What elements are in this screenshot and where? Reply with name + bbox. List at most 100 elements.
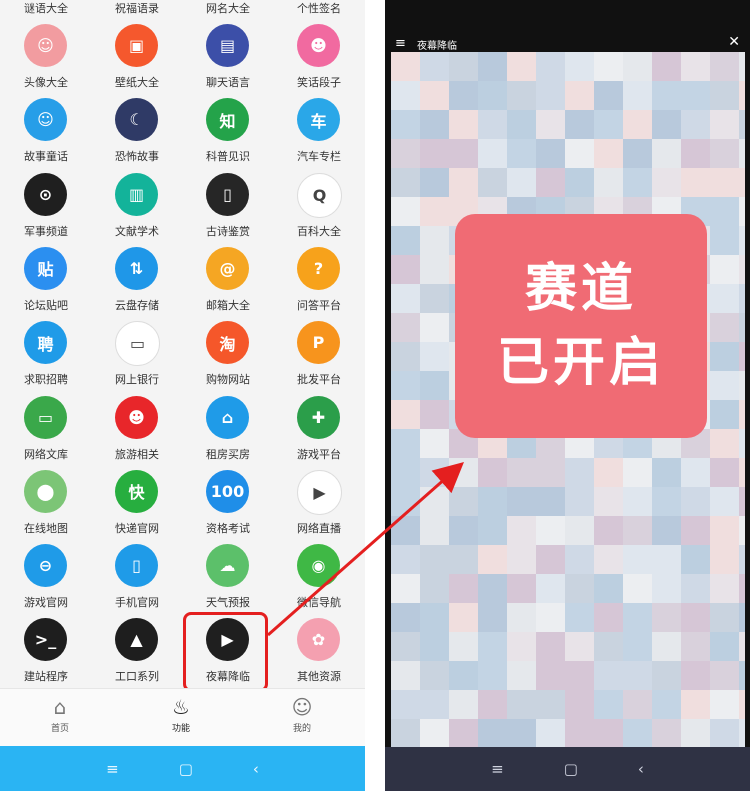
story-icon: ☺ (24, 98, 67, 142)
grid-item[interactable]: P 批发平台 (273, 321, 365, 395)
grid-item[interactable]: ☁ 天气预报 (182, 544, 274, 618)
grid-label[interactable]: 网名大全 (182, 0, 274, 16)
grid-item[interactable]: >_ 建站程序 (0, 618, 92, 692)
mosaic-tile (565, 52, 594, 81)
mosaic-tile (391, 284, 420, 313)
mosaic-tile (478, 168, 507, 197)
mosaic-tile (478, 110, 507, 139)
back-icon[interactable]: ‹ (253, 760, 259, 778)
grid-item[interactable]: 贴论坛贴吧 (0, 246, 92, 321)
grid-item[interactable]: ⊖ 游戏官网 (0, 544, 92, 618)
mosaic-tile (478, 139, 507, 168)
mosaic-tile (710, 371, 739, 400)
grid-label[interactable]: 谜语大全 (0, 0, 92, 16)
warning-icon: ▲ (115, 618, 158, 662)
car-icon: 车 (297, 98, 340, 142)
grid-item[interactable]: 淘购物网站 (182, 321, 274, 395)
grid-item[interactable]: ▥ 文献学术 (91, 172, 183, 247)
mosaic-tile (594, 690, 623, 719)
home-square-icon[interactable]: ▢ (179, 760, 193, 778)
tab-features[interactable]: ♨ 功能 (121, 695, 241, 745)
mosaic-tile (739, 516, 745, 545)
mosaic-tile (594, 458, 623, 487)
grid-item[interactable]: ▯ 手机官网 (91, 544, 183, 618)
grid-item[interactable]: ▣ 壁纸大全 (91, 24, 183, 98)
grid-item[interactable]: 聘求职招聘 (0, 321, 92, 395)
mosaic-tile (507, 690, 536, 719)
grid-item-label: 建站程序 (24, 670, 68, 684)
grid-item[interactable]: ⊙ 军事频道 (0, 172, 92, 247)
pixelated-content[interactable]: 赛道 已开启 (391, 52, 745, 747)
mosaic-tile (420, 52, 449, 81)
job-icon: 聘 (24, 321, 67, 365)
mosaic-tile (594, 110, 623, 139)
mosaic-tile (507, 168, 536, 197)
mosaic-tile (420, 226, 449, 255)
mosaic-tile (739, 226, 745, 255)
grid-label[interactable]: 个性签名 (273, 0, 365, 16)
wechat-icon: ◉ (297, 544, 340, 588)
grid-item[interactable]: ▶ 网络直播 (273, 469, 365, 544)
mosaic-tile (710, 255, 739, 284)
grid-item[interactable]: ▭ 网络文库 (0, 395, 92, 470)
grid-item[interactable]: ▭ 网上银行 (91, 321, 183, 395)
grid-label[interactable]: 祝福语录 (91, 0, 183, 16)
mosaic-tile (739, 574, 745, 603)
grid-item-label: 网络直播 (297, 521, 341, 535)
mosaic-tile (391, 52, 420, 81)
mosaic-tile (681, 661, 710, 690)
mosaic-tile (478, 574, 507, 603)
grid-item[interactable]: 快快递官网 (91, 469, 183, 544)
grid-item[interactable]: ▯ 古诗鉴赏 (182, 172, 274, 247)
tab-label: 首页 (50, 724, 69, 734)
grid-item[interactable]: Q 百科大全 (273, 172, 365, 247)
grid-item[interactable]: ✚ 游戏平台 (273, 395, 365, 470)
home-square-icon[interactable]: ▢ (564, 760, 578, 778)
grid-item[interactable]: ⬤ 在线地图 (0, 469, 92, 544)
app-left-screen: 谜语大全 祝福语录 网名大全 个性签名 ☺ 头像大全 ▣ 壁纸大全 ▤ 聊天语言 ☻ 笑话段子… (0, 0, 365, 791)
grid-item-label: 恐怖故事 (115, 150, 159, 164)
grid-item[interactable]: ☻ 笑话段子 (273, 24, 365, 98)
grid-item[interactable]: 100 资格考试 (182, 469, 274, 544)
close-icon[interactable]: ✕ (728, 34, 740, 50)
weather-icon: ☁ (206, 544, 249, 588)
grid-item[interactable]: ☺ 头像大全 (0, 24, 92, 98)
mosaic-tile (507, 487, 536, 516)
grid-item[interactable]: 知科普见识 (182, 98, 274, 172)
encyclopedia-icon: Q (297, 172, 342, 218)
grid-item[interactable]: ? 问答平台 (273, 246, 365, 321)
mosaic-tile (623, 110, 652, 139)
grid-item[interactable]: 车汽车专栏 (273, 98, 365, 172)
back-icon[interactable]: ‹ (638, 760, 644, 778)
mosaic-tile (391, 632, 420, 661)
mosaic-tile (536, 603, 565, 632)
grid-item[interactable]: ◉ 微信导航 (273, 544, 365, 618)
grid-item[interactable]: ⌂ 租房买房 (182, 395, 274, 470)
tab-mine[interactable]: ☺ 我的 (242, 695, 362, 745)
grid-item[interactable]: ☾ 恐怖故事 (91, 98, 183, 172)
mosaic-tile (594, 545, 623, 574)
grid-item-label: 网络文库 (24, 447, 68, 461)
grid-item[interactable]: ☻ 旅游相关 (91, 395, 183, 470)
mosaic-tile (420, 429, 449, 458)
mosaic-tile (536, 574, 565, 603)
mosaic-tile (739, 719, 745, 747)
mosaic-tile (681, 168, 710, 197)
grid-item[interactable]: ▲ 工口系列 (91, 618, 183, 692)
mosaic-tile (681, 458, 710, 487)
grid-item[interactable]: ✿ 其他资源 (273, 618, 365, 692)
tab-home[interactable]: ⌂ 首页 (0, 695, 120, 745)
mosaic-tile (420, 197, 449, 226)
grid-item[interactable]: ⇅ 云盘存储 (91, 246, 183, 321)
menu-icon[interactable]: ≡ (106, 760, 119, 778)
menu-icon[interactable]: ≡ (491, 760, 504, 778)
mosaic-tile (652, 545, 681, 574)
grid-item[interactable]: ▤ 聊天语言 (182, 24, 274, 98)
mosaic-tile (565, 690, 594, 719)
mosaic-tile (420, 545, 449, 574)
mosaic-tile (536, 719, 565, 747)
grid-item[interactable]: ☺ 故事童话 (0, 98, 92, 172)
hamburger-icon[interactable]: ≡ (395, 36, 406, 51)
mosaic-tile (710, 690, 739, 719)
grid-item[interactable]: @ 邮箱大全 (182, 246, 274, 321)
